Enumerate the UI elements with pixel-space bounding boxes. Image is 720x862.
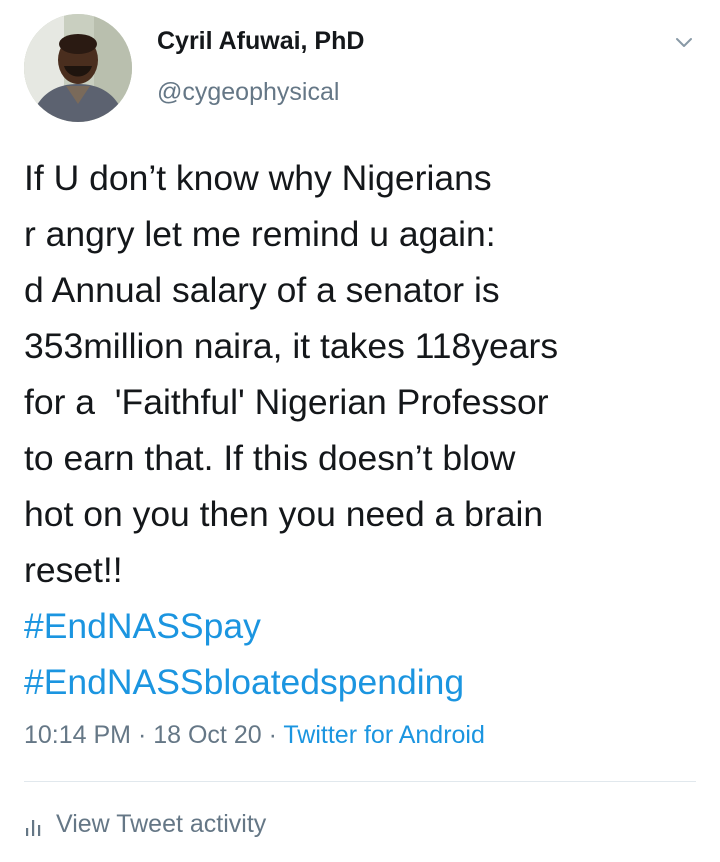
divider	[24, 781, 696, 782]
tweet-date: 18 Oct 20	[153, 721, 262, 749]
hashtag-link[interactable]: #EndNASSpay	[24, 598, 704, 654]
tweet-text: If U don’t know why Nigerians r angry le…	[24, 150, 704, 710]
tweet-text-line: for a 'Faithful' Nigerian Professor	[24, 382, 549, 422]
tweet-text-line: to earn that. If this doesn’t blow	[24, 438, 516, 478]
chevron-down-icon[interactable]	[672, 30, 696, 54]
meta-separator: ·	[131, 721, 154, 749]
tweet-meta: 10:14 PM · 18 Oct 20 · Twitter for Andro…	[24, 721, 485, 750]
avatar[interactable]	[24, 14, 132, 122]
hashtag-link[interactable]: #EndNASSbloatedspending	[24, 654, 704, 710]
bar-chart-icon	[26, 819, 41, 836]
view-tweet-activity-button[interactable]: View Tweet activity	[24, 810, 266, 839]
profile-photo-icon	[24, 14, 132, 122]
display-name[interactable]: Cyril Afuwai, PhD	[157, 27, 364, 56]
meta-separator: ·	[261, 721, 284, 749]
tweet-text-line: If U don’t know why Nigerians	[24, 158, 492, 198]
tweet-source-link[interactable]: Twitter for Android	[283, 721, 484, 749]
tweet-time: 10:14 PM	[24, 721, 132, 749]
tweet-card: Cyril Afuwai, PhD @cygeophysical If U do…	[0, 0, 720, 862]
tweet-text-line: d Annual salary of a senator is	[24, 270, 500, 310]
tweet-text-line: hot on you then you need a brain	[24, 494, 544, 534]
tweet-text-line: 353million naira, it takes 118years	[24, 326, 559, 366]
view-tweet-activity-label: View Tweet activity	[56, 810, 267, 838]
tweet-text-line: reset!!	[24, 550, 123, 590]
tweet-text-line: r angry let me remind u again:	[24, 214, 496, 254]
user-handle[interactable]: @cygeophysical	[157, 78, 339, 107]
